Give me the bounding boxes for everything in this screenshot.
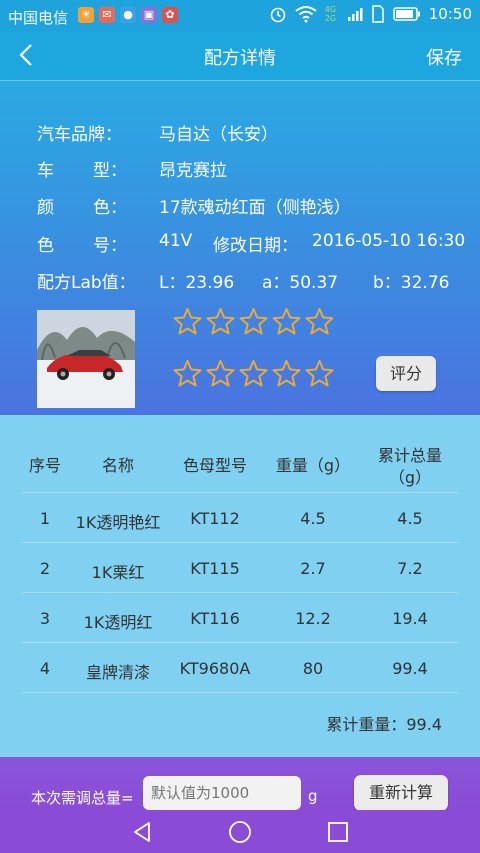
- wifi-icon: [295, 6, 317, 23]
- cell-weight: 4.5: [300, 509, 326, 528]
- col-header-tint-code: 色母型号: [182, 456, 247, 475]
- app-notification-icon: ☀: [78, 7, 94, 23]
- colorno-value: 41V: [159, 231, 193, 251]
- rate-button[interactable]: 评分: [376, 356, 436, 391]
- date-value: 2016-05-10 16:30: [312, 231, 466, 251]
- save-button[interactable]: 保存: [426, 44, 462, 70]
- lab-b-value: b：32.76: [373, 273, 450, 293]
- star-icon[interactable]: [205, 359, 236, 389]
- recents-square-icon[interactable]: [326, 820, 350, 844]
- system-nav-bar: [0, 810, 480, 853]
- cell-tint-code: KT9680A: [179, 659, 251, 678]
- colorno-label: 色: [37, 236, 54, 256]
- formula-info-panel: 汽车品牌： 马自达（长安） 车 型： 昂克赛拉 颜 色： 17款魂动红面（侧艳浅…: [0, 81, 480, 415]
- star-icon[interactable]: [271, 307, 302, 337]
- brand-value: 马自达（长安）: [159, 125, 278, 145]
- cell-name: 1K栗红: [91, 563, 145, 582]
- star-icon[interactable]: [238, 359, 269, 389]
- cell-weight: 2.7: [300, 559, 326, 578]
- divider: [22, 492, 458, 493]
- model-label: 车: [37, 161, 54, 181]
- col-header-cumulative-unit: （g）: [388, 468, 432, 487]
- page-title: 配方详情: [204, 48, 276, 69]
- formula-table: 序号 名称 色母型号 重量（g） 累计总量 （g） 1 1K透明艳红 KT112…: [0, 415, 480, 757]
- cell-name: 1K透明艳红: [75, 513, 161, 532]
- lab-label: 配方Lab值：: [37, 273, 136, 293]
- col-header-index: 序号: [28, 456, 61, 475]
- sim-icon: [372, 5, 384, 23]
- star-icon[interactable]: [172, 307, 203, 337]
- cell-weight: 80: [302, 659, 324, 678]
- star-icon[interactable]: [304, 359, 335, 389]
- divider: [22, 542, 458, 543]
- network-type-label: 4G 2G: [324, 5, 337, 23]
- chat-notification-icon: ●: [120, 7, 136, 23]
- home-circle-icon[interactable]: [228, 820, 252, 844]
- notification-icons: ☀ ✉ ● ▣ ✿: [78, 7, 178, 23]
- rating-stars-row-2[interactable]: [172, 359, 335, 389]
- app-header: 配方详情 保存: [0, 32, 480, 81]
- carrier-name: 中国电信: [8, 9, 69, 27]
- cell-tint-code: KT115: [190, 559, 240, 578]
- cell-name: 1K透明红: [83, 613, 153, 632]
- car-photo: [37, 310, 135, 408]
- recalculate-button[interactable]: 重新计算: [354, 775, 448, 811]
- signal-icon: [347, 8, 363, 21]
- cell-cumulative: 7.2: [397, 559, 423, 578]
- amount-input[interactable]: [143, 776, 301, 810]
- divider: [22, 692, 458, 693]
- divider: [22, 642, 458, 643]
- amount-label: 本次需调总量=: [31, 789, 134, 807]
- cell-cumulative: 4.5: [397, 509, 423, 528]
- gallery-notification-icon: ▣: [141, 7, 157, 23]
- cell-name: 皇牌清漆: [85, 663, 150, 682]
- app-notification-icon: ✉: [99, 7, 115, 23]
- total-weight: 累计重量：99.4: [326, 715, 442, 734]
- model-value: 昂克赛拉: [159, 161, 227, 181]
- amount-unit: g: [308, 787, 318, 805]
- col-header-cumulative: 累计总量: [377, 446, 442, 465]
- color-value: 17款魂动红面（侧艳浅）: [159, 198, 351, 218]
- star-icon[interactable]: [271, 359, 302, 389]
- star-icon[interactable]: [172, 359, 203, 389]
- lab-l-value: L：23.96: [159, 273, 235, 293]
- recalc-bar: 本次需调总量= g 重新计算: [0, 757, 480, 811]
- model-label-suffix: 型：: [93, 161, 127, 181]
- colorno-label-suffix: 号：: [93, 236, 127, 256]
- cell-cumulative: 99.4: [392, 659, 428, 678]
- divider: [22, 592, 458, 593]
- lab-a-value: a：50.37: [262, 273, 339, 293]
- battery-icon: [393, 7, 420, 21]
- col-header-name: 名称: [101, 456, 134, 475]
- cell-tint-code: KT112: [190, 509, 240, 528]
- star-icon[interactable]: [304, 307, 335, 337]
- clock-time: 10:50: [428, 5, 472, 23]
- cell-weight: 12.2: [295, 609, 331, 628]
- status-bar: 中国电信 ☀ ✉ ● ▣ ✿ 4G 2G 10:50: [0, 0, 480, 32]
- col-header-weight: 重量（g）: [275, 456, 351, 475]
- date-label: 修改日期：: [213, 236, 298, 256]
- alarm-icon: [270, 7, 286, 23]
- cell-tint-code: KT116: [190, 609, 240, 628]
- brand-label: 汽车品牌：: [37, 125, 122, 145]
- huawei-notification-icon: ✿: [162, 7, 178, 23]
- star-icon[interactable]: [238, 307, 269, 337]
- color-label: 颜: [37, 198, 54, 218]
- rating-stars-row-1[interactable]: [172, 307, 335, 337]
- cell-cumulative: 19.4: [392, 609, 428, 628]
- color-label-suffix: 色：: [93, 198, 127, 218]
- back-triangle-icon[interactable]: [130, 820, 154, 844]
- star-icon[interactable]: [205, 307, 236, 337]
